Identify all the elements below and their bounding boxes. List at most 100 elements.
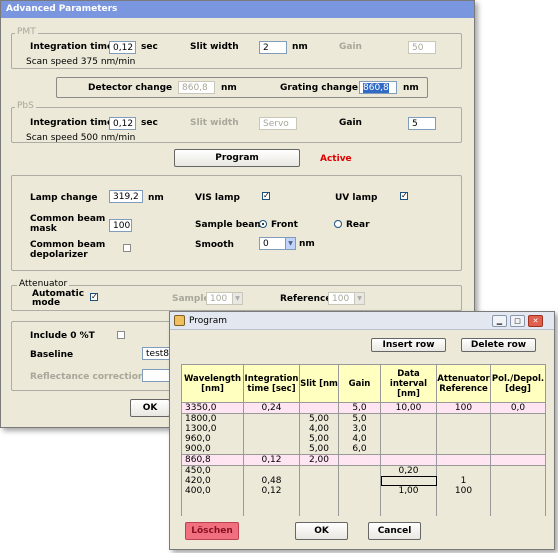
table-cell[interactable] [181, 496, 244, 506]
table-cell[interactable] [380, 476, 437, 486]
program-ok-button[interactable]: OK [295, 522, 348, 540]
pbs-gain-input[interactable]: 5 [408, 117, 436, 130]
table-cell[interactable] [338, 486, 381, 496]
table-cell[interactable] [380, 506, 437, 516]
table-cell[interactable] [436, 434, 491, 444]
table-cell[interactable]: 1 [436, 476, 491, 486]
table-row[interactable]: 900,0 5,00 6,0 [181, 444, 546, 455]
table-cell[interactable] [380, 413, 437, 424]
maximize-icon[interactable]: □ [510, 315, 525, 327]
table-cell[interactable]: 1,00 [380, 486, 437, 496]
table-cell[interactable] [338, 496, 381, 506]
table-cell[interactable] [243, 444, 300, 455]
smooth-select[interactable]: 0 ▼ [259, 237, 296, 250]
table-row[interactable]: 400,0 0,12 1,00 100 [181, 486, 546, 496]
front-radio[interactable] [259, 220, 267, 228]
table-cell[interactable] [243, 465, 300, 476]
table-cell[interactable] [436, 454, 491, 466]
table-cell[interactable] [243, 496, 300, 506]
table-cell[interactable] [436, 465, 491, 476]
table-cell[interactable]: 400,0 [181, 486, 244, 496]
automatic-mode-checkbox[interactable]: ✓ [90, 293, 98, 301]
table-cell[interactable]: 1300,0 [181, 424, 244, 434]
table-cell[interactable]: 420,0 [181, 476, 244, 486]
table-cell[interactable] [490, 496, 546, 506]
pbs-integration-input[interactable]: 0,12 [109, 117, 136, 130]
baseline-input[interactable]: test8 [142, 347, 172, 360]
lamp-change-input[interactable]: 319,2 [109, 190, 143, 203]
table-cell[interactable] [338, 454, 381, 466]
rear-radio[interactable] [334, 220, 342, 228]
table-cell[interactable] [436, 424, 491, 434]
uv-lamp-checkbox[interactable]: ✓ [400, 192, 408, 200]
table-cell[interactable]: 3350,0 [181, 402, 244, 414]
table-cell[interactable] [380, 434, 437, 444]
table-cell[interactable] [243, 434, 300, 444]
table-cell[interactable]: 860,8 [181, 454, 244, 466]
table-cell[interactable] [243, 424, 300, 434]
table-row[interactable] [181, 496, 546, 506]
vis-lamp-checkbox[interactable]: ✓ [262, 192, 270, 200]
table-cell[interactable] [490, 434, 546, 444]
table-cell[interactable] [380, 444, 437, 455]
pmt-integration-input[interactable]: 0,12 [109, 41, 136, 54]
table-cell[interactable] [490, 486, 546, 496]
ok-button[interactable]: OK [130, 399, 170, 417]
table-row[interactable]: 960,0 5,00 4,0 [181, 434, 546, 444]
table-cell[interactable]: 5,00 [299, 434, 339, 444]
table-row[interactable]: 450,0 0,20 [181, 465, 546, 476]
table-cell[interactable] [436, 413, 491, 424]
chevron-down-icon[interactable]: ▼ [285, 238, 295, 249]
table-cell[interactable] [490, 444, 546, 455]
cancel-button[interactable]: Cancel [368, 522, 421, 540]
table-cell[interactable] [490, 465, 546, 476]
table-cell[interactable] [490, 413, 546, 424]
reflectance-correction-input[interactable] [142, 369, 172, 382]
loschen-button[interactable]: Löschen [185, 522, 239, 540]
table-cell[interactable]: 0,48 [243, 476, 300, 486]
table-row[interactable]: 860,8 0,12 2,00 [181, 454, 546, 466]
table-cell[interactable]: 100 [436, 486, 491, 496]
grating-change-input[interactable]: 860,8 [359, 81, 397, 94]
common-beam-mask-input[interactable]: 100 [109, 219, 132, 232]
table-cell[interactable]: 1800,0 [181, 413, 244, 424]
table-row[interactable]: 420,0 0,48 1 [181, 476, 546, 486]
include-zero-checkbox[interactable] [117, 331, 125, 339]
table-cell[interactable]: 5,00 [299, 444, 339, 455]
table-cell[interactable]: 4,00 [299, 424, 339, 434]
table-cell[interactable]: 5,0 [338, 413, 381, 424]
close-icon[interactable]: ✕ [528, 315, 543, 327]
table-row[interactable]: 1300,0 4,00 3,0 [181, 424, 546, 434]
insert-row-button[interactable]: Insert row [371, 338, 446, 352]
table-cell[interactable] [299, 496, 339, 506]
table-cell[interactable]: 0,24 [243, 402, 300, 414]
table-cell[interactable] [299, 486, 339, 496]
table-cell[interactable] [436, 496, 491, 506]
table-row[interactable]: 3350,0 0,24 5,0 10,00 100 0,0 [181, 402, 546, 414]
table-cell[interactable]: 900,0 [181, 444, 244, 455]
table-cell[interactable] [299, 476, 339, 486]
table-cell[interactable]: 5,0 [338, 402, 381, 414]
table-cell[interactable]: 0,12 [243, 486, 300, 496]
table-row[interactable]: 1800,0 5,00 5,0 [181, 413, 546, 424]
pmt-slit-input[interactable]: 2 [259, 41, 287, 54]
table-cell[interactable] [380, 454, 437, 466]
table-cell[interactable]: 10,00 [380, 402, 437, 414]
depolarizer-checkbox[interactable] [123, 244, 131, 252]
table-cell[interactable] [299, 465, 339, 476]
table-cell[interactable] [338, 476, 381, 486]
table-cell[interactable] [436, 444, 491, 455]
table-cell[interactable] [436, 506, 491, 516]
table-cell[interactable] [380, 424, 437, 434]
table-cell[interactable]: 4,0 [338, 434, 381, 444]
table-cell[interactable]: 5,00 [299, 413, 339, 424]
table-cell[interactable]: 100 [436, 402, 491, 414]
table-cell[interactable] [490, 506, 546, 516]
table-cell[interactable]: 3,0 [338, 424, 381, 434]
table-cell[interactable] [299, 402, 339, 414]
delete-row-button[interactable]: Delete row [461, 338, 536, 352]
table-cell[interactable] [490, 454, 546, 466]
table-cell[interactable]: 960,0 [181, 434, 244, 444]
table-row[interactable] [181, 506, 546, 516]
table-cell[interactable] [338, 506, 381, 516]
